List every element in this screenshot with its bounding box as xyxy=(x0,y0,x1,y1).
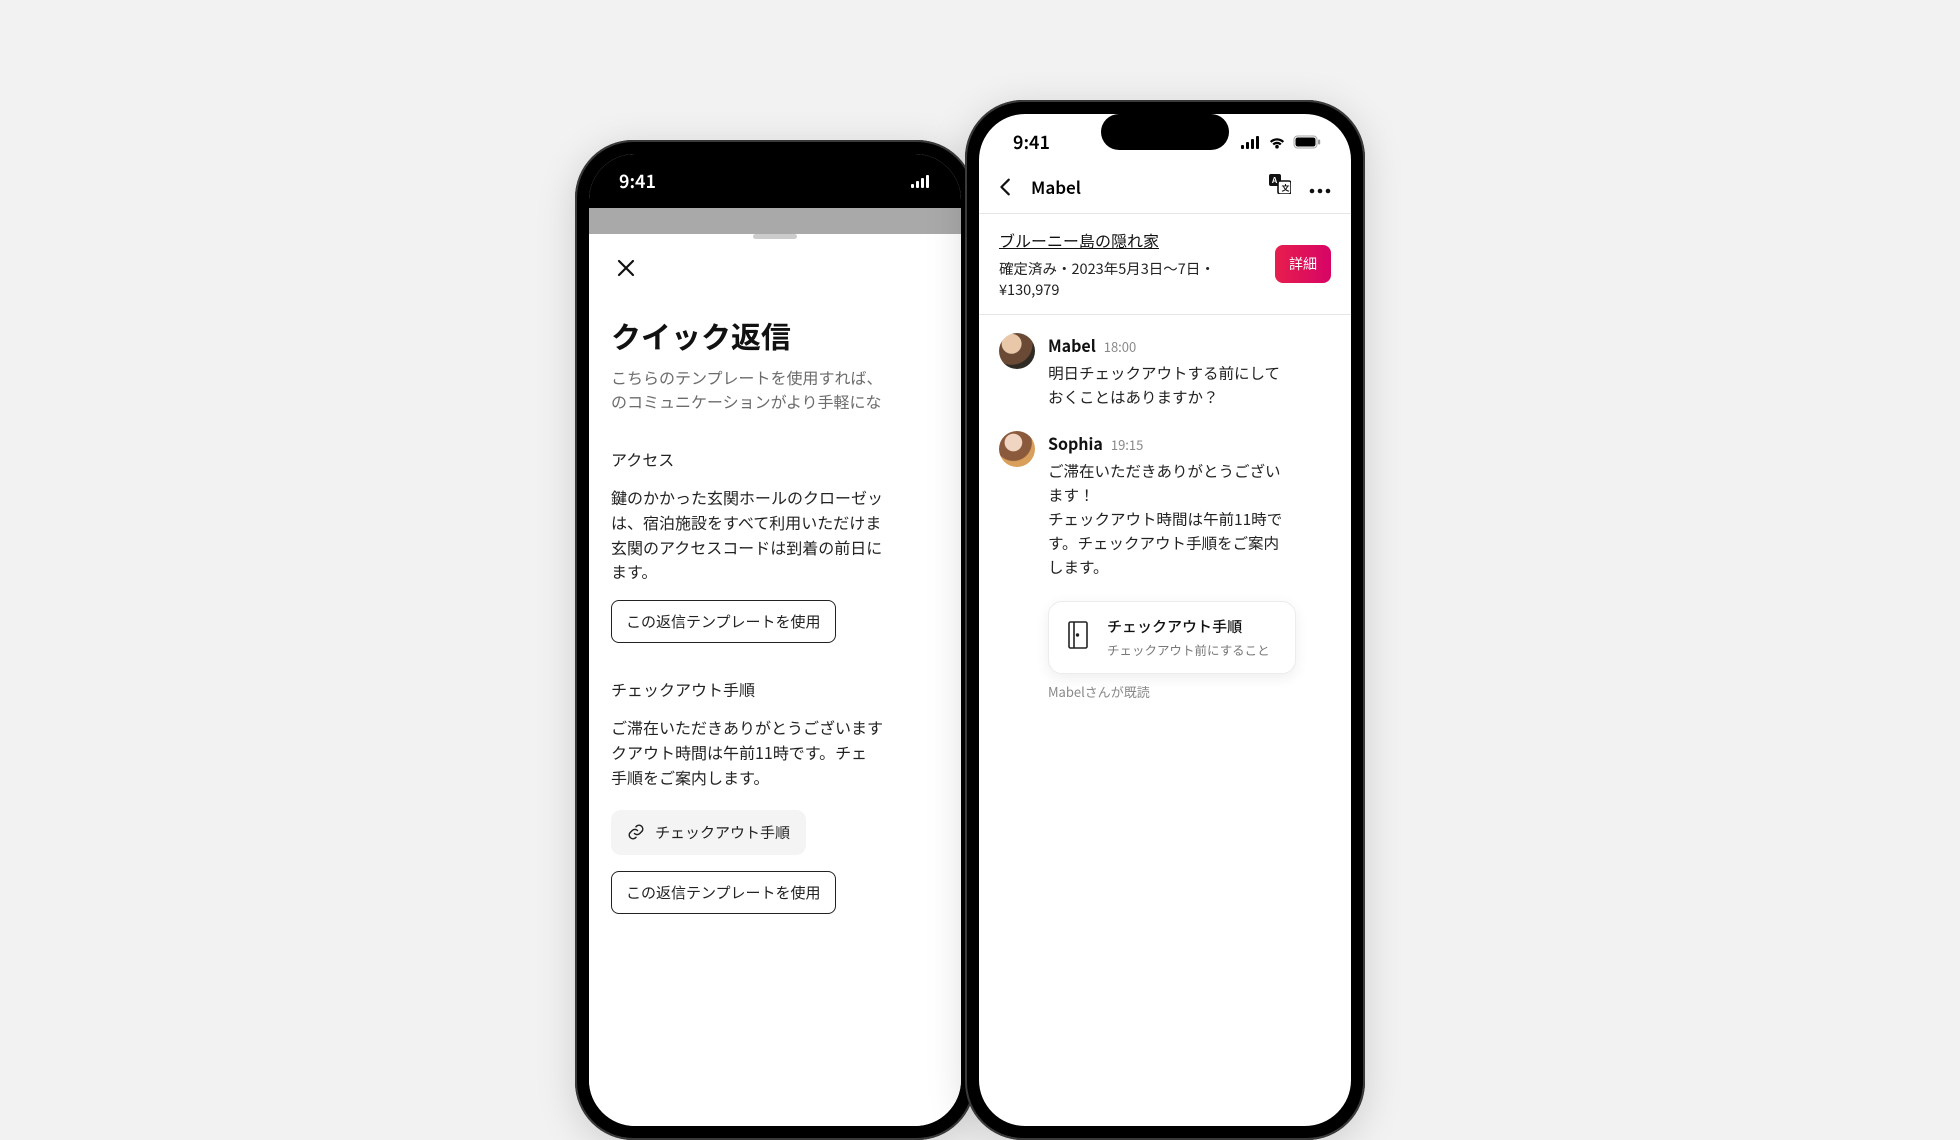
dynamic-island xyxy=(1101,114,1229,150)
avatar[interactable] xyxy=(999,333,1035,369)
section-body: 鍵のかかった玄関ホールのクローゼッ は、宿泊施設をすべて利用いただけま 玄関のア… xyxy=(611,485,939,584)
status-icons xyxy=(911,175,931,188)
phone-left-screen: 9:41 クイック返信 こちらのテンプレートを使用すれば、 のコミュニケーション… xyxy=(589,154,961,1126)
section-body: ご滞在いただきありがとうございます クアウト時間は午前11時です。チェ 手順をご… xyxy=(611,715,939,789)
battery-icon xyxy=(1293,135,1321,149)
message-sender-name: Mabel xyxy=(1048,333,1096,357)
sheet-grabber[interactable] xyxy=(753,234,797,239)
translate-icon[interactable]: A文 xyxy=(1269,174,1291,199)
message-body: 明日チェックアウトする前にしておくことはありますか？ xyxy=(1048,361,1288,409)
more-icon[interactable] xyxy=(1309,175,1331,199)
svg-text:文: 文 xyxy=(1281,183,1290,194)
reservation-meta: 確定済み・2023年5月3日〜7日・¥130,979 xyxy=(999,258,1263,300)
close-icon[interactable] xyxy=(611,253,641,283)
listing-title-link[interactable]: ブルーニー島の隠れ家 xyxy=(999,228,1263,252)
status-time: 9:41 xyxy=(1013,129,1050,155)
message-sender-name: Sophia xyxy=(1048,431,1103,455)
section-label: チェックアウト手順 xyxy=(611,677,939,701)
wifi-icon xyxy=(1268,136,1286,149)
template-section-access: アクセス 鍵のかかった玄関ホールのクローゼッ は、宿泊施設をすべて利用いただけま… xyxy=(611,447,939,643)
phone-left-frame: 9:41 クイック返信 こちらのテンプレートを使用すれば、 のコミュニケーション… xyxy=(575,140,975,1140)
door-icon xyxy=(1065,620,1091,655)
status-time: 9:41 xyxy=(619,168,656,194)
cellular-icon xyxy=(911,175,931,188)
message-time: 19:15 xyxy=(1111,435,1143,454)
sheet-title: クイック返信 xyxy=(611,313,939,357)
status-icons xyxy=(1241,135,1321,149)
use-template-button[interactable]: この返信テンプレートを使用 xyxy=(611,871,836,914)
dynamic-island xyxy=(711,154,839,190)
quick-replies-sheet: クイック返信 こちらのテンプレートを使用すれば、 のコミュニケーションがより手軽… xyxy=(589,234,961,1126)
attachment-chip[interactable]: チェックアウト手順 xyxy=(611,810,806,855)
svg-text:A: A xyxy=(1271,175,1278,186)
phone-right-screen: 9:41 Mabel A文 xyxy=(979,114,1351,1126)
avatar[interactable] xyxy=(999,431,1035,467)
cellular-icon xyxy=(1241,136,1261,149)
sheet-backdrop xyxy=(589,208,961,234)
conversation-title: Mabel xyxy=(1031,174,1255,199)
use-template-button[interactable]: この返信テンプレートを使用 xyxy=(611,600,836,643)
chip-label: チェックアウト手順 xyxy=(655,822,790,843)
message-body: ご滞在いただきありがとうございます！ チェックアウト時間は午前11時です。チェッ… xyxy=(1048,459,1288,579)
nav-bar: Mabel A文 xyxy=(979,170,1351,213)
section-label: アクセス xyxy=(611,447,939,471)
read-receipt: Mabelさんが既読 xyxy=(1048,682,1331,701)
template-section-checkout: チェックアウト手順 ご滞在いただきありがとうございます クアウト時間は午前11時… xyxy=(611,677,939,913)
back-icon[interactable] xyxy=(995,176,1017,198)
message-row: Mabel 18:00 明日チェックアウトする前にしておくことはありますか？ xyxy=(999,333,1331,409)
card-subtitle: チェックアウト前にすること xyxy=(1107,640,1270,659)
checkout-instructions-card[interactable]: チェックアウト手順 チェックアウト前にすること xyxy=(1048,601,1296,674)
link-icon xyxy=(627,823,645,841)
sheet-subtitle: こちらのテンプレートを使用すれば、 のコミュニケーションがより手軽にな xyxy=(611,365,939,413)
message-row: Sophia 19:15 ご滞在いただきありがとうございます！ チェックアウト時… xyxy=(999,431,1331,579)
message-time: 18:00 xyxy=(1104,337,1136,356)
details-button[interactable]: 詳細 xyxy=(1275,245,1331,283)
card-title: チェックアウト手順 xyxy=(1107,616,1270,637)
phone-right-frame: 9:41 Mabel A文 xyxy=(965,100,1365,1140)
message-thread: Mabel 18:00 明日チェックアウトする前にしておくことはありますか？ S… xyxy=(979,315,1351,701)
reservation-header: ブルーニー島の隠れ家 確定済み・2023年5月3日〜7日・¥130,979 詳細 xyxy=(979,214,1351,314)
